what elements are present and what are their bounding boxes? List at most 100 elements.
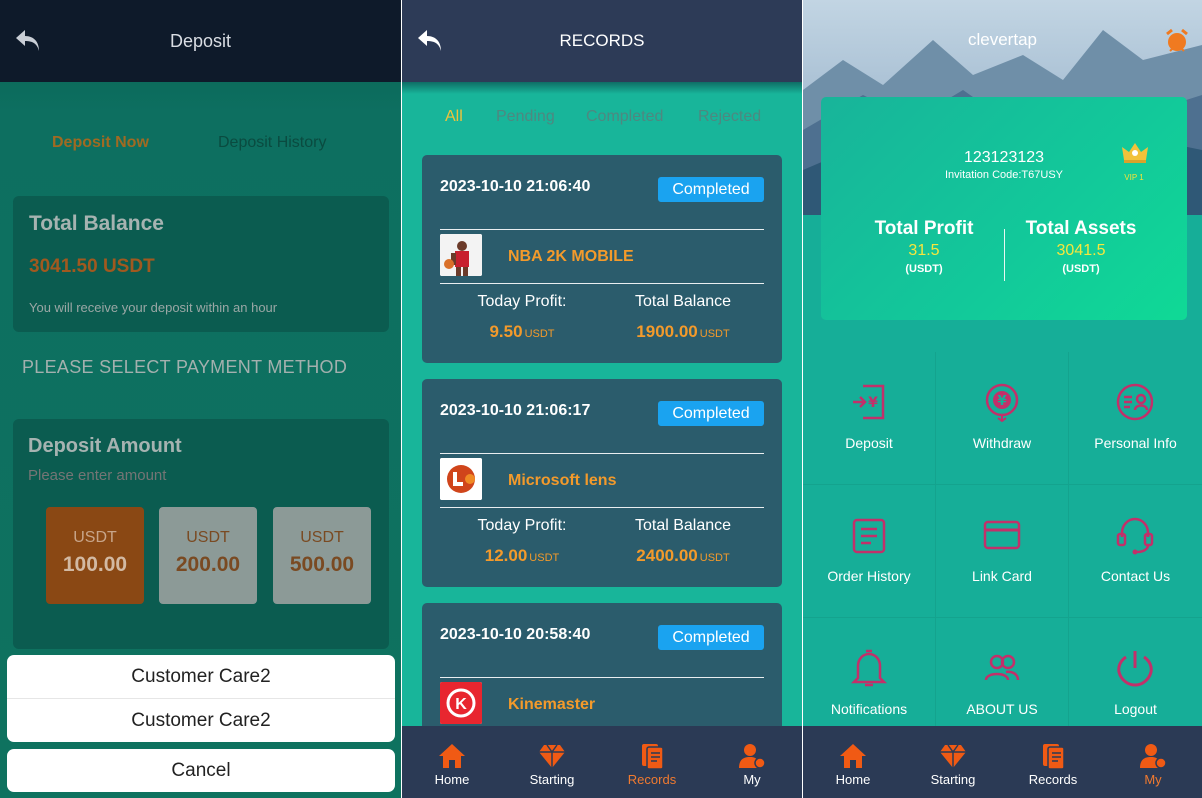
svg-text:¥: ¥	[997, 394, 1006, 409]
cancel-button[interactable]: Cancel	[7, 749, 395, 792]
nav-home[interactable]: Home	[803, 726, 903, 798]
action-sheet-item-customer-care[interactable]: Customer Care2	[7, 699, 395, 742]
app-thumbnail-microsoft-lens	[440, 458, 482, 500]
record-app-name: NBA 2K MOBILE	[508, 248, 634, 265]
value: 12.00	[484, 546, 528, 565]
deposit-icon: ¥	[853, 384, 885, 420]
amount-currency: USDT	[186, 529, 230, 546]
currency: USDT	[699, 328, 730, 340]
value: 2400.00	[636, 546, 698, 565]
app-thumbnail-kinemaster: K	[440, 682, 482, 724]
tab-deposit-now[interactable]: Deposit Now	[52, 134, 149, 152]
vip-level: VIP 1	[1124, 173, 1144, 182]
total-profit-value: 31.5	[908, 242, 940, 259]
currency: USDT	[529, 552, 560, 564]
deposit-amount-label: Deposit Amount	[28, 435, 182, 457]
diamond-icon	[940, 744, 966, 768]
bottom-nav: Home Starting Records My	[803, 726, 1202, 798]
value: 9.50	[489, 322, 523, 341]
record-app-name: Microsoft lens	[508, 472, 617, 489]
total-balance-card: Total Balance 3041.50 USDT You will rece…	[13, 196, 389, 332]
order-history-icon	[852, 518, 886, 554]
action-sheet: Customer Care2 Customer Care2	[7, 655, 395, 742]
alarm-icon[interactable]	[1164, 27, 1190, 53]
grid-label: Withdraw	[972, 435, 1032, 451]
action-sheet-item-customer-care[interactable]: Customer Care2	[7, 655, 395, 698]
total-balance-label: Total Balance	[634, 293, 732, 310]
records-tabs: All Pending Completed Rejected	[402, 108, 802, 130]
cancel-label: Cancel	[171, 760, 231, 781]
card-icon	[983, 520, 1021, 550]
grid-item-withdraw[interactable]: ¥ Withdraw	[936, 352, 1069, 485]
record-app-name: Kinemaster	[508, 696, 596, 713]
page-title: Deposit	[169, 31, 232, 51]
nav-records[interactable]: Records	[1003, 726, 1103, 798]
tab-all[interactable]: All	[445, 108, 463, 126]
nav-label: Home	[835, 772, 871, 787]
total-assets-stat: Total Assets 3041.5 (USDT)	[1001, 218, 1161, 275]
amount-value: 100.00	[62, 553, 128, 576]
amount-currency: USDT	[73, 529, 117, 546]
records-header: RECORDS	[402, 0, 802, 82]
today-profit-value: 12.00 USDT	[452, 546, 592, 566]
today-profit-label: Today Profit:	[477, 293, 567, 310]
value: 1900.00	[636, 322, 698, 341]
nav-records[interactable]: Records	[602, 726, 702, 798]
tab-pending[interactable]: Pending	[496, 108, 555, 126]
record-date: 2023-10-10 20:58:40	[440, 626, 591, 643]
total-balance-value: 1900.00 USDT	[613, 322, 753, 342]
amount-option-500[interactable]: USDT 500.00	[273, 507, 371, 604]
grid-label: Order History	[827, 568, 911, 584]
nav-my[interactable]: My	[1103, 726, 1202, 798]
total-balance-value: 2400.00 USDT	[613, 546, 753, 566]
status-badge: Completed	[658, 401, 764, 426]
nav-home[interactable]: Home	[402, 726, 502, 798]
amount-option-100[interactable]: USDT 100.00	[46, 507, 144, 604]
grid-label: Personal Info	[1094, 435, 1177, 451]
total-profit-label: Total Profit	[874, 218, 974, 239]
grid-item-link-card[interactable]: Link Card	[936, 485, 1069, 618]
status-badge: Completed	[658, 625, 764, 650]
tab-completed[interactable]: Completed	[586, 108, 663, 126]
amount-option-200[interactable]: USDT 200.00	[159, 507, 257, 604]
today-profit-label: Today Profit:	[477, 517, 567, 534]
divider	[440, 453, 764, 454]
nav-label: Starting	[930, 772, 976, 787]
grid-label: ABOUT US	[966, 701, 1038, 717]
grid-label: Notifications	[830, 701, 908, 717]
grid-label: Contact Us	[1100, 568, 1171, 584]
deposit-amount-card: Deposit Amount USDT 100.00 USDT 200.00 U…	[13, 419, 389, 649]
grid-item-deposit[interactable]: ¥ Deposit	[803, 352, 936, 485]
records-panel: RECORDS All Pending Completed Rejected 2…	[402, 0, 802, 798]
divider	[440, 229, 764, 230]
status-badge: Completed	[658, 177, 764, 202]
home-icon	[439, 744, 465, 768]
power-icon	[1117, 651, 1153, 687]
total-balance-value: 3041.50 USDT	[29, 256, 155, 277]
grid-label: Deposit	[845, 435, 893, 451]
grid-item-order-history[interactable]: Order History	[803, 485, 936, 618]
today-profit-value: 9.50 USDT	[452, 322, 592, 342]
nav-starting[interactable]: Starting	[502, 726, 602, 798]
amount-value: 200.00	[175, 553, 241, 576]
record-card[interactable]: 2023-10-10 21:06:17 Completed Microsoft …	[422, 379, 782, 587]
nav-label: Records	[1028, 772, 1078, 787]
withdraw-icon: ¥	[985, 383, 1019, 422]
grid-label: Link Card	[972, 568, 1032, 584]
payment-method-title: PLEASE SELECT PAYMENT METHOD	[22, 357, 348, 377]
crown-icon	[1122, 143, 1148, 163]
tab-deposit-history[interactable]: Deposit History	[218, 134, 326, 152]
records-icon	[642, 744, 664, 769]
nav-my[interactable]: My	[702, 726, 802, 798]
record-date: 2023-10-10 21:06:17	[440, 402, 591, 419]
tab-rejected[interactable]: Rejected	[698, 108, 761, 126]
unit-label: (USDT)	[1062, 263, 1100, 275]
diamond-icon	[539, 744, 565, 768]
amount-input[interactable]	[28, 467, 328, 484]
record-card[interactable]: 2023-10-10 21:06:40 Completed NBA 2K MOB…	[422, 155, 782, 363]
grid-item-personal-info[interactable]: Personal Info	[1069, 352, 1202, 485]
nav-starting[interactable]: Starting	[903, 726, 1003, 798]
total-profit-stat: Total Profit 31.5 (USDT)	[844, 218, 1004, 275]
total-assets-value: 3041.5	[1056, 242, 1106, 259]
grid-item-contact-us[interactable]: Contact Us	[1069, 485, 1202, 618]
